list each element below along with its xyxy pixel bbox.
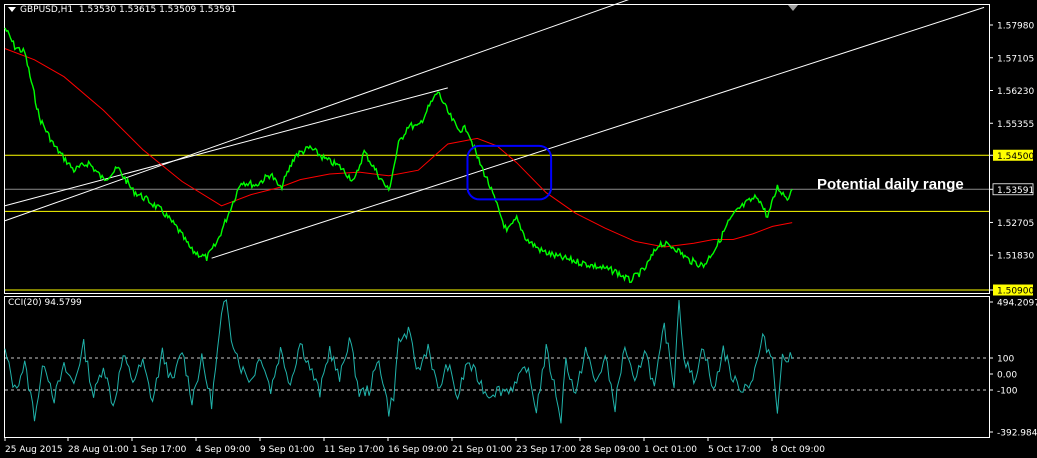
trend-line-2 xyxy=(4,87,448,207)
chart-frame xyxy=(4,4,990,438)
price-tick-label-4: 1.54500 xyxy=(997,152,1034,162)
shift-marker-icon[interactable] xyxy=(788,5,798,11)
price-tick-label-5: 1.53591 xyxy=(997,186,1034,196)
highlight-box xyxy=(466,144,553,201)
time-tick-label-1: 28 Aug 01:00 xyxy=(68,445,129,455)
time-tick-label-8: 23 Sep 17:00 xyxy=(516,445,576,455)
cci-tick-label-0: 494.2097 xyxy=(997,299,1037,309)
cci-title: CCI(20) 94.5799 xyxy=(8,298,82,308)
time-tick-label-11: 5 Oct 17:00 xyxy=(708,445,761,455)
time-tick-label-7: 21 Sep 01:00 xyxy=(452,445,512,455)
time-tick-label-2: 1 Sep 17:00 xyxy=(132,445,187,455)
price-tick-label-1: 1.57105 xyxy=(997,54,1034,64)
price-tick-label-3: 1.55355 xyxy=(997,120,1034,130)
time-tick-label-3: 4 Sep 09:00 xyxy=(196,445,251,455)
cci-tick-label-3: -100 xyxy=(997,387,1018,397)
moving-average-line xyxy=(4,48,793,248)
chart-canvas: 1.57980 1.57105 1.56230 1.55355 1.54500 1.535… xyxy=(4,0,1037,455)
cci-tick-label-4: -392.9844 xyxy=(997,429,1037,439)
time-tick-label-5: 11 Sep 17:00 xyxy=(324,445,384,455)
symbol-timeframe: GBPUSD,H1 xyxy=(20,5,74,15)
cci-tick-label-1: 100 xyxy=(997,355,1014,365)
price-tick-label-0: 1.57980 xyxy=(997,22,1034,32)
price-tick-label-6: 1.52705 xyxy=(997,219,1034,229)
time-tick-label-12: 8 Oct 09:00 xyxy=(772,445,825,455)
ohlc-values: 1.53530 1.53615 1.53509 1.53591 xyxy=(78,5,237,15)
chart-title: GBPUSD,H1 1.53530 1.53615 1.53509 1.5359… xyxy=(8,5,236,15)
time-tick-label-10: 1 Oct 01:00 xyxy=(644,445,697,455)
price-panel xyxy=(4,0,989,291)
potential-range-annotation: Potential daily range xyxy=(817,176,964,193)
time-tick-label-9: 28 Sep 09:00 xyxy=(580,445,640,455)
time-tick-label-4: 9 Sep 01:00 xyxy=(260,445,315,455)
price-panel-border xyxy=(4,4,990,294)
cci-line xyxy=(4,299,793,424)
time-tick-label-0: 25 Aug 2015 xyxy=(5,445,63,455)
trend-line-1 xyxy=(211,6,985,259)
time-tick-label-6: 16 Sep 09:00 xyxy=(388,445,448,455)
dropdown-triangle-icon[interactable] xyxy=(8,7,16,12)
price-tick-label-7: 1.51830 xyxy=(997,252,1034,262)
price-tick-label-2: 1.56230 xyxy=(997,87,1034,97)
price-tick-label-8: 1.50900 xyxy=(997,287,1034,297)
indicator-panel-border xyxy=(4,296,990,438)
cci-panel xyxy=(4,299,989,424)
cci-tick-label-2: 0.00 xyxy=(997,371,1017,381)
